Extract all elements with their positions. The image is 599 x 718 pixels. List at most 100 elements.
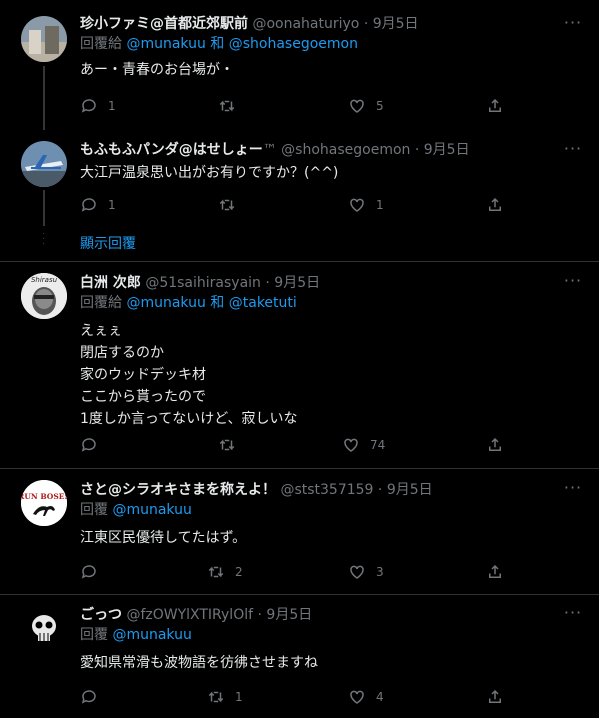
like-button[interactable]: 4 [348,687,384,707]
reply-button[interactable] [80,435,108,455]
like-button[interactable]: 1 [348,195,384,215]
retweet-button[interactable] [218,435,246,455]
retweet-button[interactable]: 2 [207,562,243,582]
tweet-header: ごっつ @fzOWYlXTIRylOlf · 9月5日 [80,605,579,625]
display-name[interactable]: ごっつ [80,607,122,623]
more-options-icon[interactable]: ··· [563,480,583,501]
share-icon [489,564,501,578]
mention-link[interactable]: @taketuti [229,295,297,311]
share-button[interactable] [486,195,504,215]
tweet-actions: 1 5 [80,96,520,116]
user-handle[interactable]: @51saihirasyain [145,275,261,291]
tweet-date[interactable]: 9月5日 [387,482,433,498]
tweet-text: 大江戸温泉思い出がお有りですか？(^^) [80,162,579,184]
tweet-line: えぇぇ [80,323,122,339]
share-button[interactable] [486,96,504,116]
tweet-date[interactable]: 9月5日 [266,607,312,623]
avatar-logo-text: RUN BOSES [21,492,67,501]
display-name[interactable]: さと@シラオキさまを称えよ！ [80,482,276,498]
tweet-date[interactable]: 9月5日 [424,142,470,158]
avatar[interactable] [21,16,67,62]
like-button[interactable]: 3 [348,562,384,582]
mention-link[interactable]: @munakuu [112,627,191,643]
tweet-line: 家のウッドデッキ材 [80,367,206,383]
retweet-icon [208,566,224,578]
thread-continuation-dots: · · · [42,229,46,250]
reply-to: 回覆 @munakuu [80,500,579,520]
retweet-button[interactable] [218,96,246,116]
tweet-line: 江東区民優待してたはず。 [80,530,247,546]
tweet-line: 閉店するのか [80,345,164,361]
heart-icon [350,690,364,704]
reply-to: 回覆給 @munakuu 和 @taketuti [80,293,579,313]
user-handle[interactable]: @oonahaturiyo [252,16,359,32]
tweet-line: あー・青春のお台場が・ [80,62,234,78]
like-count: 1 [376,198,384,212]
reply-prefix: 回覆 [80,627,108,643]
mention-link[interactable]: @munakuu [112,502,191,518]
retweet-icon [219,439,235,451]
reply-prefix: 回覆給 [80,295,122,311]
reply-to: 回覆 @munakuu [80,625,579,645]
display-name[interactable]: 珍小ファミ@首都近郊駅前 [80,16,248,32]
avatar[interactable] [21,141,67,187]
share-button[interactable] [486,687,504,707]
reply-count: 1 [108,99,116,113]
mention-conjunction: 和 [210,295,225,311]
avatar[interactable]: Shirasu [21,273,67,319]
share-button[interactable] [486,435,504,455]
retweet-button[interactable]: 1 [207,687,243,707]
tweet-header: 珍小ファミ@首都近郊駅前 @oonahaturiyo · 9月5日 [80,14,579,34]
tweet-actions: 2 3 [80,562,520,582]
share-button[interactable] [486,562,504,582]
reply-button[interactable]: 1 [80,195,116,215]
tweet-text: えぇぇ 閉店するのか 家のウッドデッキ材 ここから貰ったので 1度しか言ってない… [80,320,579,430]
reply-to: 回覆給 @munakuu 和 @shohasegoemon [80,34,579,54]
reply-button[interactable] [80,687,108,707]
avatar[interactable]: RUN BOSES [21,480,67,526]
more-options-icon[interactable]: ··· [563,15,583,36]
retweet-count: 2 [235,565,243,579]
retweet-icon [208,691,224,703]
display-name[interactable]: もふもふパンダ@はせしょー [80,142,263,158]
like-count: 4 [376,690,384,704]
retweet-button[interactable] [218,195,246,215]
more-options-icon[interactable]: ··· [563,605,583,626]
tweet-feed: 珍小ファミ@首都近郊駅前 @oonahaturiyo · 9月5日 回覆給 @m… [0,0,599,718]
tweet-header: さと@シラオキさまを称えよ！ @stst357159 · 9月5日 [80,480,579,500]
reply-icon [81,565,96,579]
separator-dot: · [265,275,275,291]
avatar[interactable] [21,606,67,652]
user-handle[interactable]: @fzOWYlXTIRylOlf [126,607,253,623]
mention-link[interactable]: @shohasegoemon [229,36,358,52]
like-button[interactable]: 5 [348,96,384,116]
user-handle[interactable]: @shohasegoemon [281,142,410,158]
share-icon [489,197,501,211]
reply-icon [81,198,96,212]
reply-button[interactable]: 1 [80,96,116,116]
tweet-header: 白洲 次郎 @51saihirasyain · 9月5日 [80,273,579,293]
mention-link[interactable]: @munakuu [126,295,205,311]
mention-link[interactable]: @munakuu [126,36,205,52]
like-button[interactable]: 74 [342,435,385,455]
tweet-header: もふもふパンダ@はせしょー™ @shohasegoemon · 9月5日 [80,140,579,160]
heart-icon [350,565,364,579]
display-name[interactable]: 白洲 次郎 [80,275,141,291]
reply-count: 1 [108,198,116,212]
reply-icon [81,438,96,452]
reply-icon [81,99,96,113]
more-options-icon[interactable]: ··· [563,273,583,294]
share-icon [489,437,501,451]
reply-prefix: 回覆 [80,502,108,518]
show-replies-link[interactable]: 顯示回覆 [80,233,136,253]
tweet-actions: 1 4 [80,687,520,707]
tweet-actions: 1 1 [80,195,520,215]
divider [0,468,599,469]
user-handle[interactable]: @stst357159 [280,482,373,498]
reply-button[interactable] [80,562,108,582]
tweet-date[interactable]: 9月5日 [373,16,419,32]
tweet-date[interactable]: 9月5日 [274,275,320,291]
more-options-icon[interactable]: ··· [563,141,583,162]
reply-icon [81,690,96,704]
tweet-text: 江東区民優待してたはず。 [80,527,579,549]
